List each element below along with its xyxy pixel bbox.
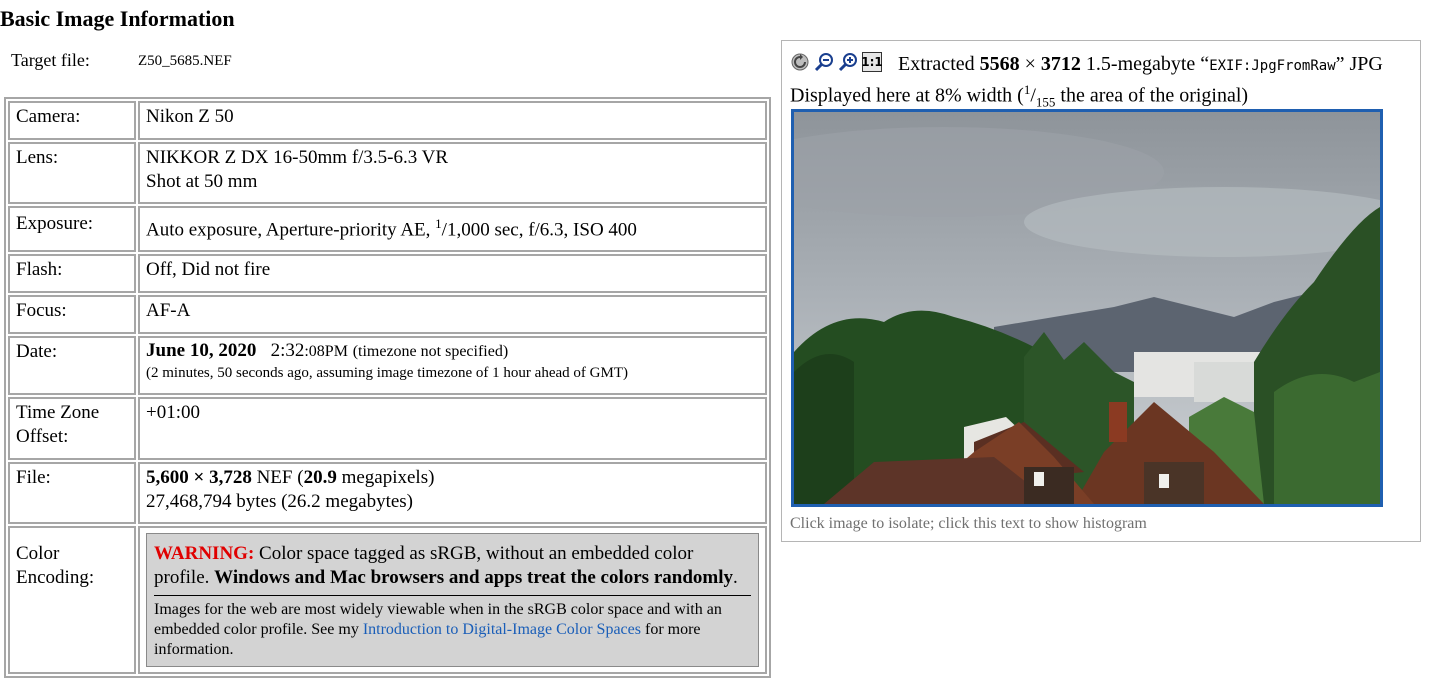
warning-note: Images for the web are most widely viewa… [154, 600, 751, 660]
table-row-color-encoding: Color Encoding: WARNING: Color space tag… [8, 526, 767, 674]
megapixels-label: megapixels) [336, 467, 435, 488]
file-format: NEF ( [251, 467, 304, 488]
display-scale-info: Displayed here at 8% width (1/155 the ar… [790, 82, 1249, 110]
fraction-numerator: 1 [1023, 82, 1031, 97]
extracted-size: 1.5-megabyte “ [1080, 53, 1210, 75]
time-main: 2:32 [270, 340, 305, 361]
date-ago: (2 minutes, 50 seconds ago, assuming ima… [146, 365, 628, 381]
extracted-info: Extracted 5568 × 3712 1.5-megabyte “EXIF… [898, 53, 1383, 76]
preview-image[interactable] [791, 109, 1383, 507]
warning-box: WARNING: Color space tagged as sRGB, wit… [146, 533, 759, 667]
zoom-in-icon[interactable] [838, 52, 858, 72]
displayed-suffix: the area of the original) [1055, 84, 1249, 107]
table-row-focus: Focus: AF-A [8, 295, 767, 334]
warning-label: WARNING: [154, 543, 255, 564]
timezone-note: (timezone not specified) [352, 343, 509, 360]
exposure-value: Auto exposure, Aperture-priority AE, 1/1… [138, 206, 767, 252]
row-label: Focus: [8, 295, 136, 334]
color-spaces-link[interactable]: Introduction to Digital-Image Color Spac… [363, 621, 641, 638]
row-label: Time Zone Offset: [8, 397, 136, 460]
extracted-prefix: Extracted [898, 53, 980, 75]
warning-bold: Windows and Mac browsers and apps treat … [214, 567, 734, 588]
megapixels: 20.9 [303, 467, 337, 488]
warning-end: . [733, 567, 738, 588]
table-row-timezone: Time Zone Offset: +01:00 [8, 397, 767, 460]
table-row-exposure: Exposure: Auto exposure, Aperture-priori… [8, 206, 767, 252]
exposure-mode: Auto exposure, Aperture-priority AE, [146, 219, 436, 241]
extracted-tag: EXIF:JpgFromRaw [1209, 58, 1336, 74]
flash-value: Off, Did not fire [138, 254, 767, 293]
target-file-value: Z50_5685.NEF [138, 53, 232, 69]
extracted-width: 5568 [979, 53, 1020, 75]
histogram-caption[interactable]: Click image to isolate; click this text … [790, 515, 1147, 533]
shutter-denominator: 1,000 sec [446, 219, 519, 241]
lens-model: NIKKOR Z DX 16-50mm f/3.5-6.3 VR [146, 147, 449, 168]
times-sign: × [1019, 53, 1041, 75]
fraction-denominator: 155 [1035, 94, 1056, 110]
shutter-numerator: 1 [435, 216, 442, 231]
date-value: June 10, 2020 2:32:08PM (timezone not sp… [138, 336, 767, 395]
file-bytes: 27,468,794 bytes (26.2 megabytes) [146, 491, 414, 512]
zoom-out-icon[interactable] [814, 52, 834, 72]
extracted-height: 3712 [1040, 53, 1081, 75]
focal-length: Shot at 50 mm [146, 171, 258, 192]
file-value: 5,600 × 3,728 NEF (20.9 megapixels) 27,4… [138, 462, 767, 524]
lens-value: NIKKOR Z DX 16-50mm f/3.5-6.3 VR Shot at… [138, 142, 767, 204]
row-label: Exposure: [8, 206, 136, 252]
date-bold: June 10, 2020 [146, 340, 257, 361]
table-row-camera: Camera: Nikon Z 50 [8, 101, 767, 140]
table-row-file: File: 5,600 × 3,728 NEF (20.9 megapixels… [8, 462, 767, 524]
color-encoding-value: WARNING: Color space tagged as sRGB, wit… [138, 526, 767, 674]
file-dimensions: 5,600 × 3,728 [146, 467, 252, 488]
extracted-format: ” JPG [1335, 53, 1383, 75]
landscape-photo [794, 112, 1380, 504]
info-table: Camera: Nikon Z 50 Lens: NIKKOR Z DX 16-… [4, 97, 771, 678]
table-row-flash: Flash: Off, Did not fire [8, 254, 767, 293]
row-label: Color Encoding: [8, 526, 136, 674]
page-title: Basic Image Information [0, 6, 235, 31]
row-label: Lens: [8, 142, 136, 204]
exposure-settings: , f/6.3, ISO 400 [518, 219, 637, 241]
row-label: Flash: [8, 254, 136, 293]
preview-toolbar: 1:1 [790, 52, 883, 72]
row-label: Date: [8, 336, 136, 395]
preview-panel: 1:1 Extracted 5568 × 3712 1.5-megabyte “… [781, 40, 1421, 542]
displayed-prefix: Displayed here at 8% width ( [790, 84, 1024, 107]
table-row-lens: Lens: NIKKOR Z DX 16-50mm f/3.5-6.3 VR S… [8, 142, 767, 204]
camera-value: Nikon Z 50 [138, 101, 767, 140]
divider [154, 595, 751, 596]
row-label: File: [8, 462, 136, 524]
table-row-date: Date: June 10, 2020 2:32:08PM (timezone … [8, 336, 767, 395]
focus-value: AF-A [138, 295, 767, 334]
actual-size-icon[interactable]: 1:1 [861, 52, 883, 72]
timezone-value: +01:00 [138, 397, 767, 460]
time-seconds: :08PM [304, 343, 348, 360]
target-file-label: Target file: [11, 50, 90, 70]
reload-icon[interactable] [790, 52, 810, 72]
row-label: Camera: [8, 101, 136, 140]
